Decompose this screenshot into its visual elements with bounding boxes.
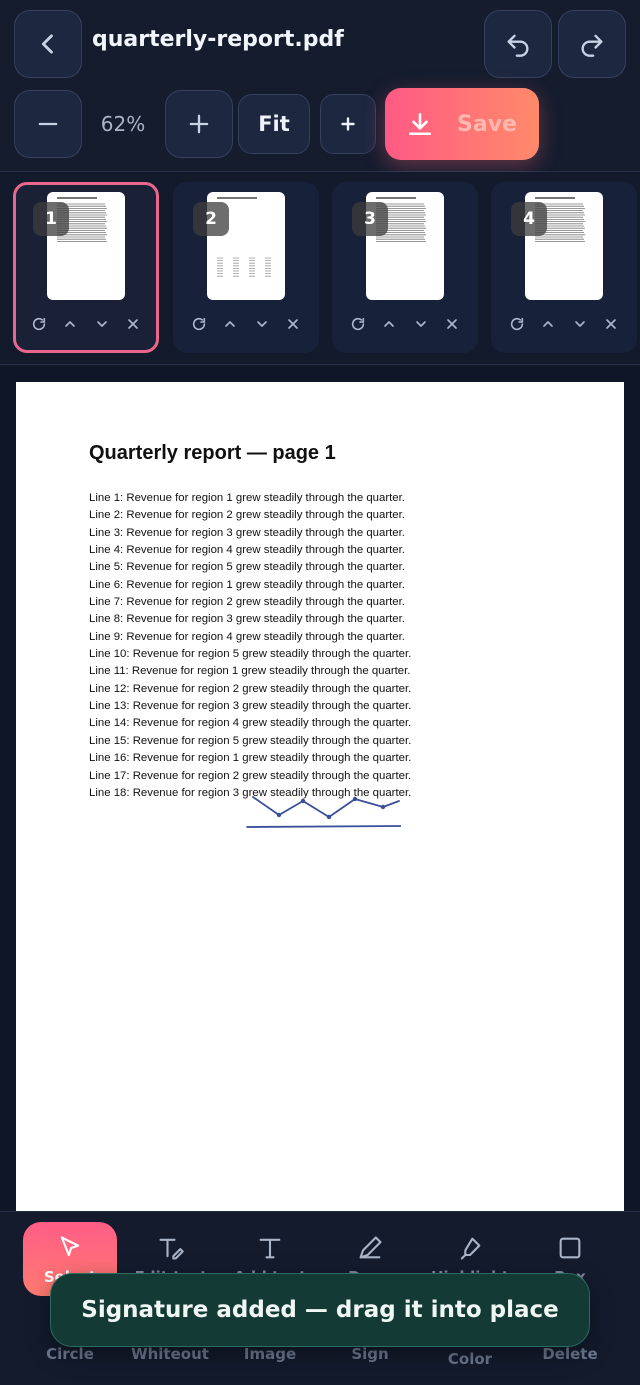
text-line: Line 2: Revenue for region 2 grew steadi… [89,509,405,522]
text-line: Line 9: Revenue for region 4 grew steadi… [89,630,405,643]
delete-page-icon[interactable] [281,312,305,336]
pdf-page[interactable]: Quarterly report — page 1 Line 1: Revenu… [16,382,624,1211]
edit-text-icon [159,1238,184,1260]
text-line: Line 6: Revenue for region 1 grew steadi… [89,578,405,591]
rotate-icon[interactable] [505,312,529,336]
tool-whiteout[interactable]: Whiteout [115,1345,225,1363]
signature-annotation[interactable] [241,787,401,832]
chevron-left-icon [41,34,53,54]
move-down-icon[interactable] [568,312,592,336]
signature-toast: Signature added — drag it into place [50,1273,590,1347]
page-thumbnail-4[interactable]: 4 [491,182,637,353]
cursor-icon [60,1236,80,1257]
text-line: Line 8: Revenue for region 3 grew steadi… [89,613,405,626]
pen-icon [359,1236,382,1259]
rotate-icon[interactable] [346,312,370,336]
tool-color[interactable]: Color [415,1350,525,1368]
highlighter-icon [460,1237,481,1260]
zoom-level: 62% [100,112,146,136]
page-number-badge: 4 [511,202,547,236]
delete-page-icon[interactable] [440,312,464,336]
page-number-badge: 3 [352,202,388,236]
text-line: Line 5: Revenue for region 5 grew steadi… [89,561,405,574]
text-line: Line 12: Revenue for region 2 grew stead… [89,682,412,695]
undo-icon [507,34,529,57]
top-bar: quarterly-report.pdf 62% Fit Save [0,0,640,172]
plus-icon [189,114,209,134]
minus-icon [38,122,58,126]
text-line: Line 11: Revenue for region 1 grew stead… [89,665,411,678]
page-number-badge: 2 [193,202,229,236]
square-icon [559,1237,581,1259]
document-title: quarterly-report.pdf [92,27,344,52]
document-canvas: Quarterly report — page 1 Line 1: Revenu… [0,366,640,1211]
move-up-icon[interactable] [377,312,401,336]
tool-image[interactable]: Image [215,1345,325,1363]
page-thumbnail-1[interactable]: 1 [13,182,159,353]
page-thumbnail-3[interactable]: 3 [332,182,478,353]
move-down-icon[interactable] [250,312,274,336]
text-icon [259,1238,281,1259]
move-up-icon[interactable] [536,312,560,336]
tool-sign[interactable]: Sign [315,1345,425,1363]
page-thumbnail-strip: 1 2 3 4 [0,172,640,365]
text-line: Line 4: Revenue for region 4 grew steadi… [89,544,405,557]
rotate-icon[interactable] [187,312,211,336]
tool-delete[interactable]: Delete [515,1345,625,1363]
page-heading: Quarterly report — page 1 [89,442,336,464]
move-up-icon[interactable] [58,312,82,336]
fit-button[interactable]: Fit [238,94,310,154]
delete-page-icon[interactable] [599,312,623,336]
move-up-icon[interactable] [218,312,242,336]
text-line: Line 16: Revenue for region 1 grew stead… [89,752,412,765]
move-down-icon[interactable] [90,312,114,336]
page-number-badge: 1 [33,202,69,236]
text-line: Line 10: Revenue for region 5 grew stead… [89,648,412,661]
page-thumbnail-2[interactable]: 2 [173,182,319,353]
move-down-icon[interactable] [409,312,433,336]
text-line: Line 7: Revenue for region 2 grew steadi… [89,596,405,609]
zoom-in-button[interactable] [165,90,233,158]
text-line: Line 13: Revenue for region 3 grew stead… [89,700,412,713]
text-line: Line 17: Revenue for region 2 grew stead… [89,769,412,782]
undo-button[interactable] [484,10,552,78]
rotate-icon[interactable] [27,312,51,336]
page-body-text: Line 1: Revenue for region 1 grew steadi… [89,490,411,802]
plus-icon [341,117,355,131]
add-page-button[interactable] [320,94,376,154]
delete-page-icon[interactable] [121,312,145,336]
back-button[interactable] [14,10,82,78]
zoom-out-button[interactable] [14,90,82,158]
redo-button[interactable] [558,10,626,78]
download-icon [408,112,432,136]
tool-circle[interactable]: Circle [15,1345,125,1363]
text-line: Line 15: Revenue for region 5 grew stead… [89,734,412,747]
text-line: Line 1: Revenue for region 1 grew steadi… [89,492,405,504]
save-button[interactable]: Save [385,88,539,160]
save-label: Save [457,111,517,137]
text-line: Line 14: Revenue for region 4 grew stead… [89,717,412,730]
redo-icon [581,34,603,57]
text-line: Line 3: Revenue for region 3 grew steadi… [89,526,405,539]
